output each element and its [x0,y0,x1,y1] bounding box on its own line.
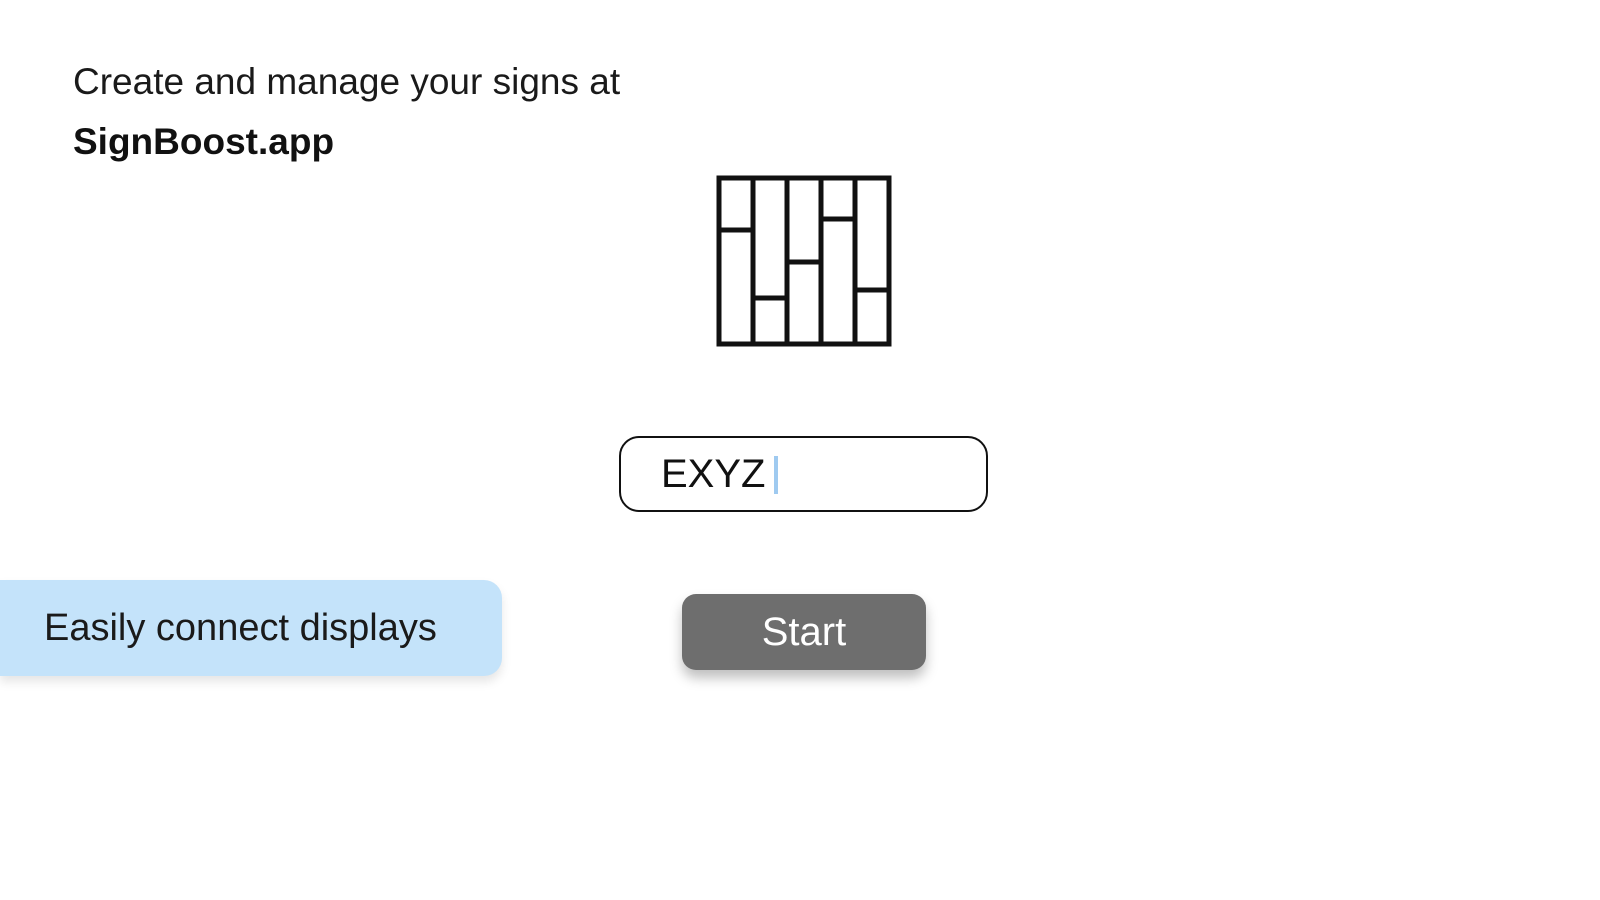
start-button[interactable]: Start [682,594,926,670]
signboost-link[interactable]: SignBoost.app [73,118,620,166]
intro-text: Create and manage your signs at [73,61,621,102]
pairing-code-input[interactable] [621,444,961,504]
pairing-code-field[interactable] [619,436,988,512]
signboost-logo-icon [716,175,892,347]
feature-banner-text: Easily connect displays [44,606,437,649]
text-cursor [774,456,778,494]
pairing-screen: Create and manage your signs at SignBoos… [0,0,1600,900]
intro-block: Create and manage your signs at SignBoos… [73,58,620,166]
feature-banner: Easily connect displays [0,580,502,676]
